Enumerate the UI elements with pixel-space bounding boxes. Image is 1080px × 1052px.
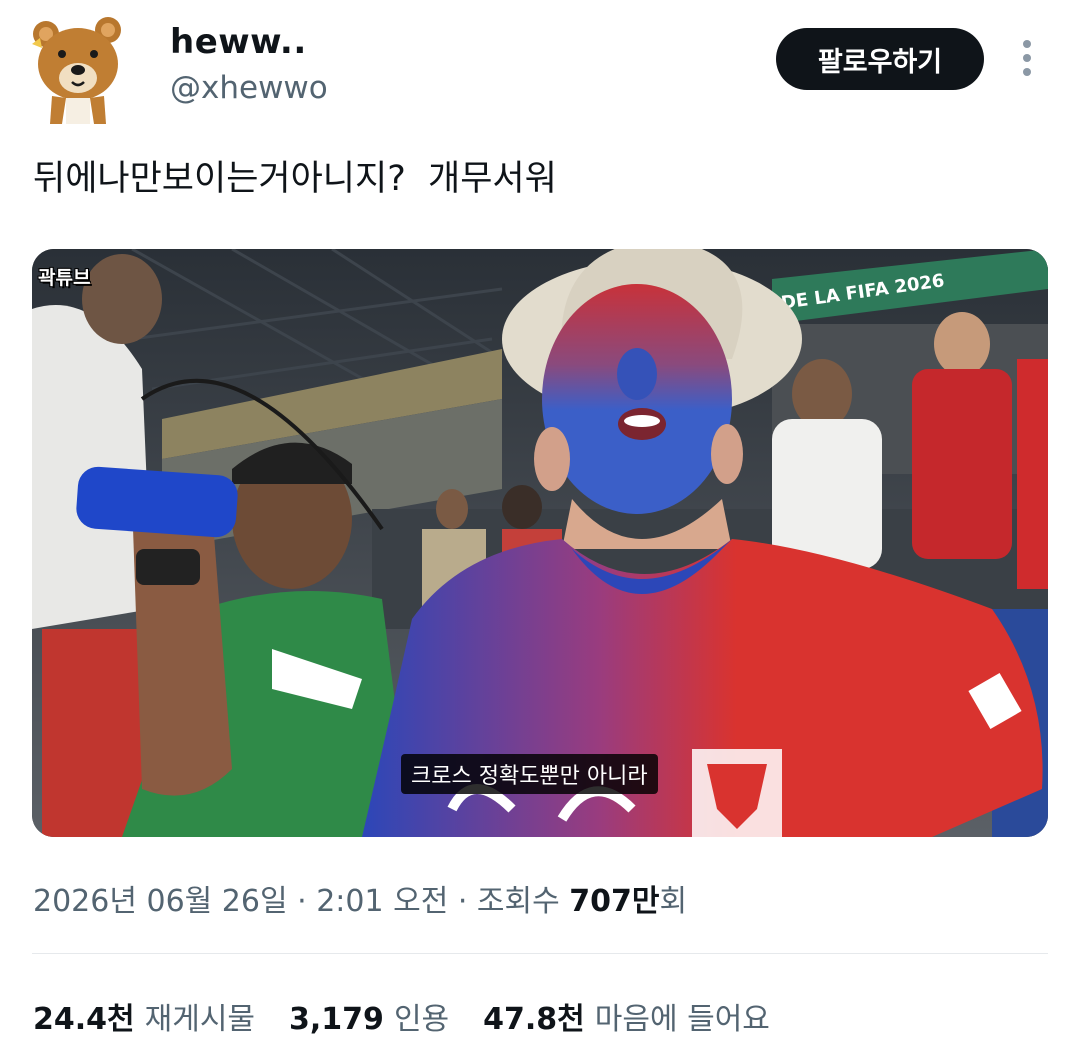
tweet-media-image[interactable]: DE LA FIFA 2026 곽튜브 크로스 정확도뿐만 아니라 bbox=[32, 249, 1048, 837]
divider bbox=[32, 953, 1048, 954]
tweet-text: 뒤에나만보이는거아니지? 개무서워 bbox=[33, 159, 557, 199]
meta-separator: · bbox=[287, 884, 317, 919]
views-suffix: 회 bbox=[659, 884, 688, 919]
watermark-label: 곽튜브 bbox=[38, 267, 91, 289]
user-handle[interactable]: @xhewwo bbox=[170, 70, 328, 106]
avatar[interactable] bbox=[32, 14, 124, 126]
stadium-photo: DE LA FIFA 2026 bbox=[32, 249, 1048, 837]
bear-avatar-icon bbox=[32, 17, 121, 124]
tweet-meta: 2026년 06월 26일 · 2:01 오전 · 조회수 707만회 bbox=[33, 876, 687, 920]
tweet-date[interactable]: 2026년 06월 26일 bbox=[33, 884, 288, 919]
quotes-label: 인용 bbox=[393, 1002, 450, 1037]
more-vertical-icon[interactable] bbox=[1010, 36, 1044, 82]
engagement-stats: 24.4천 재게시물 3,179 인용 47.8천 마음에 들어요 bbox=[33, 994, 804, 1038]
meta-separator: · bbox=[448, 884, 477, 919]
tweet-time[interactable]: 2:01 오전 bbox=[316, 884, 448, 919]
follow-button[interactable]: 팔로우하기 bbox=[776, 28, 984, 90]
reposts-count: 24.4천 bbox=[33, 1002, 135, 1037]
likes-label: 마음에 들어요 bbox=[594, 1002, 770, 1037]
likes-stat[interactable]: 47.8천 마음에 들어요 bbox=[483, 994, 770, 1038]
display-name[interactable]: heww.. bbox=[170, 22, 307, 62]
views-count: 707만 bbox=[569, 884, 660, 919]
likes-count: 47.8천 bbox=[483, 1002, 585, 1037]
reposts-label: 재게시물 bbox=[144, 1002, 256, 1037]
video-subtitle: 크로스 정확도뿐만 아니라 bbox=[401, 754, 658, 794]
views-prefix: 조회수 bbox=[476, 884, 570, 919]
reposts-stat[interactable]: 24.4천 재게시물 bbox=[33, 994, 255, 1038]
quotes-count: 3,179 bbox=[289, 1002, 384, 1037]
quotes-stat[interactable]: 3,179 인용 bbox=[289, 994, 449, 1038]
